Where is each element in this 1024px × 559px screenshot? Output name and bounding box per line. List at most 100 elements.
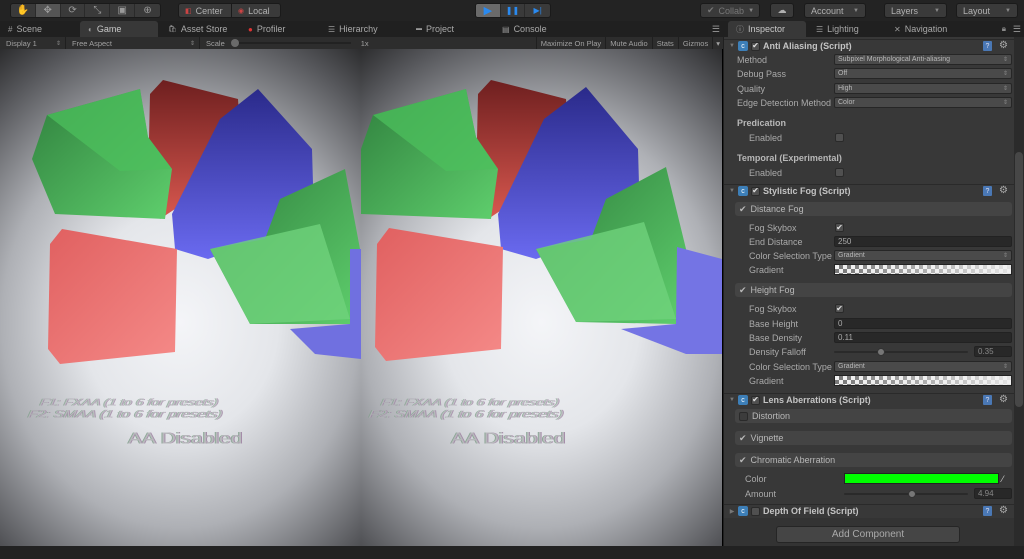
inspector-scrollbar[interactable] bbox=[1014, 37, 1024, 546]
tab-scene[interactable]: # Scene bbox=[0, 21, 80, 37]
tab-game[interactable]: ◐ Game bbox=[80, 21, 158, 37]
anti-aliasing-header[interactable]: ▼ c ✔ Anti Aliasing (Script) ? ⚙ bbox=[724, 39, 1014, 52]
gizmos-button[interactable]: Gizmos bbox=[677, 37, 712, 49]
gradient-field[interactable] bbox=[834, 375, 1012, 386]
tab-label: Asset Store bbox=[180, 24, 228, 34]
gear-icon[interactable]: ⚙ bbox=[999, 185, 1008, 196]
aspect-dropdown[interactable]: Free Aspect ⇕ bbox=[66, 37, 200, 49]
stats-button[interactable]: Stats bbox=[651, 37, 678, 49]
tab-lighting[interactable]: ☰ Lighting bbox=[806, 21, 888, 37]
step-button[interactable]: ▶| bbox=[525, 4, 550, 17]
vignette-toggle[interactable]: ✔ Vignette bbox=[735, 431, 1012, 445]
tab-asset-store[interactable]: 🛍 Asset Store bbox=[158, 21, 240, 37]
scrollbar-thumb[interactable] bbox=[1015, 152, 1023, 407]
cloud-button[interactable]: ☁ bbox=[770, 3, 794, 18]
help-icon[interactable]: ? bbox=[983, 506, 992, 516]
foldout-open-icon[interactable]: ▼ bbox=[726, 397, 738, 403]
chromatic-aberration-toggle[interactable]: ✔ Chromatic Aberration bbox=[735, 453, 1012, 467]
distortion-toggle[interactable]: Distortion bbox=[735, 409, 1012, 423]
move-tool-icon[interactable]: ✥ bbox=[35, 4, 61, 17]
status-bar bbox=[0, 546, 1024, 559]
pivot-center-button[interactable]: ◧ Center bbox=[178, 3, 232, 18]
rotate-tool-icon[interactable]: ⟳ bbox=[61, 4, 86, 17]
method-dropdown[interactable]: Subpixel Morphological Anti-aliasing ⇕ bbox=[834, 54, 1012, 65]
help-icon[interactable]: ? bbox=[983, 395, 992, 405]
depth-of-field-enabled-checkbox[interactable] bbox=[751, 506, 760, 516]
help-icon[interactable]: ? bbox=[983, 186, 992, 196]
foldout-open-icon[interactable]: ▼ bbox=[726, 188, 738, 194]
mute-audio-button[interactable]: Mute Audio bbox=[605, 37, 652, 49]
temporal-enabled-row: Enabled bbox=[724, 166, 1014, 179]
distortion-checkbox[interactable] bbox=[739, 411, 748, 421]
tab-console[interactable]: ▤ Console bbox=[494, 21, 574, 37]
color-selection-label: Color Selection Type bbox=[749, 361, 832, 372]
base-density-input[interactable]: 0.11 bbox=[834, 332, 1012, 343]
add-component-button[interactable]: Add Component bbox=[776, 526, 960, 543]
density-falloff-slider-track[interactable] bbox=[834, 351, 968, 353]
gradient-field[interactable] bbox=[834, 264, 1012, 275]
eyedropper-icon[interactable]: ⁄ bbox=[1002, 474, 1004, 484]
lock-icon[interactable]: 🔒︎ bbox=[1002, 24, 1006, 34]
panel-menu-icon[interactable]: ☰ bbox=[712, 24, 720, 35]
color-selection-dropdown[interactable]: Gradient ⇕ bbox=[834, 361, 1012, 372]
foldout-open-icon[interactable]: ▼ bbox=[726, 43, 738, 49]
layout-dropdown[interactable]: Layout ▼ bbox=[956, 3, 1018, 18]
gear-icon[interactable]: ⚙ bbox=[999, 394, 1008, 405]
color-swatch[interactable] bbox=[844, 473, 999, 484]
end-distance-input[interactable]: 250 bbox=[834, 236, 1012, 247]
tab-profiler[interactable]: ● Profiler bbox=[240, 21, 320, 37]
density-falloff-slider-thumb[interactable] bbox=[876, 348, 885, 356]
edge-detection-dropdown[interactable]: Color ⇕ bbox=[834, 97, 1012, 108]
amount-slider-track[interactable] bbox=[844, 493, 968, 495]
panel-menu-icon[interactable]: ☰ bbox=[1013, 24, 1021, 35]
fog-skybox-checkbox[interactable]: ✔ bbox=[835, 304, 844, 313]
base-height-input[interactable]: 0 bbox=[834, 318, 1012, 329]
collab-button[interactable]: ✔ Collab ▼ bbox=[700, 3, 760, 18]
tab-hierarchy[interactable]: ☰ Hierarchy bbox=[320, 21, 408, 37]
tab-navigation[interactable]: ✕ Navigation bbox=[888, 21, 978, 37]
foldout-closed-icon[interactable]: ▶ bbox=[726, 508, 738, 515]
play-button[interactable]: ▶ bbox=[476, 4, 501, 17]
color-selection-dropdown[interactable]: Gradient ⇕ bbox=[834, 250, 1012, 261]
display-dropdown[interactable]: Display 1 ⇕ bbox=[0, 37, 66, 49]
layers-dropdown[interactable]: Layers ▼ bbox=[884, 3, 947, 18]
pause-button[interactable]: ❚❚ bbox=[501, 4, 526, 17]
rect-tool-icon[interactable]: ▣ bbox=[110, 4, 136, 17]
tab-label: Lighting bbox=[827, 24, 859, 34]
distance-fog-toggle[interactable]: ✔ Distance Fog bbox=[735, 202, 1012, 216]
amount-input[interactable]: 4.94 bbox=[974, 488, 1012, 499]
fog-skybox-checkbox[interactable]: ✔ bbox=[835, 223, 844, 232]
tab-project[interactable]: ▬ Project bbox=[408, 21, 494, 37]
hand-tool-icon[interactable]: ✋ bbox=[11, 4, 36, 17]
lens-aberrations-header[interactable]: ▼ c ✔ Lens Aberrations (Script) ? ⚙ bbox=[724, 393, 1014, 406]
quality-label: Quality bbox=[737, 83, 766, 94]
tab-inspector[interactable]: ⓘ Inspector bbox=[728, 21, 806, 37]
height-color-selection-row: Color Selection Type Gradient ⇕ bbox=[724, 360, 1014, 373]
quality-dropdown[interactable]: High ⇕ bbox=[834, 83, 1012, 94]
temporal-enabled-checkbox[interactable] bbox=[835, 168, 844, 177]
transform-tool-icon[interactable]: ⊕ bbox=[135, 4, 160, 17]
height-fog-toggle[interactable]: ✔ Height Fog bbox=[735, 283, 1012, 297]
stylistic-fog-enabled-checkbox[interactable]: ✔ bbox=[751, 186, 760, 196]
help-icon[interactable]: ? bbox=[983, 41, 992, 51]
aspect-label: Free Aspect bbox=[72, 38, 113, 48]
lens-aberrations-enabled-checkbox[interactable]: ✔ bbox=[751, 395, 760, 405]
gizmos-dropdown-icon[interactable]: ▾ bbox=[712, 37, 723, 49]
account-dropdown[interactable]: Account ▼ bbox=[804, 3, 866, 18]
scale-slider-thumb[interactable] bbox=[230, 39, 239, 47]
amount-slider-thumb[interactable] bbox=[908, 490, 917, 498]
gear-icon[interactable]: ⚙ bbox=[999, 40, 1008, 51]
scale-tool-icon[interactable]: ⤡ bbox=[85, 4, 111, 17]
debug-pass-dropdown[interactable]: Off ⇕ bbox=[834, 68, 1012, 79]
anti-aliasing-enabled-checkbox[interactable]: ✔ bbox=[751, 41, 760, 51]
scale-slider[interactable] bbox=[230, 37, 351, 49]
maximize-on-play-button[interactable]: Maximize On Play bbox=[535, 37, 605, 49]
predication-enabled-checkbox[interactable] bbox=[835, 133, 844, 142]
game-viewport[interactable]: F1: FXAA (1 to 6 for presets) F2: SMAA (… bbox=[0, 49, 723, 546]
stylistic-fog-header[interactable]: ▼ c ✔ Stylistic Fog (Script) ? ⚙ bbox=[724, 184, 1014, 197]
pivot-local-button[interactable]: ◉ Local bbox=[231, 3, 281, 18]
depth-of-field-header[interactable]: ▶ c Depth Of Field (Script) ? ⚙ bbox=[724, 504, 1014, 517]
gear-icon[interactable]: ⚙ bbox=[999, 505, 1008, 516]
height-fog-label: Height Fog bbox=[750, 285, 795, 295]
density-falloff-input[interactable]: 0.35 bbox=[974, 346, 1012, 357]
